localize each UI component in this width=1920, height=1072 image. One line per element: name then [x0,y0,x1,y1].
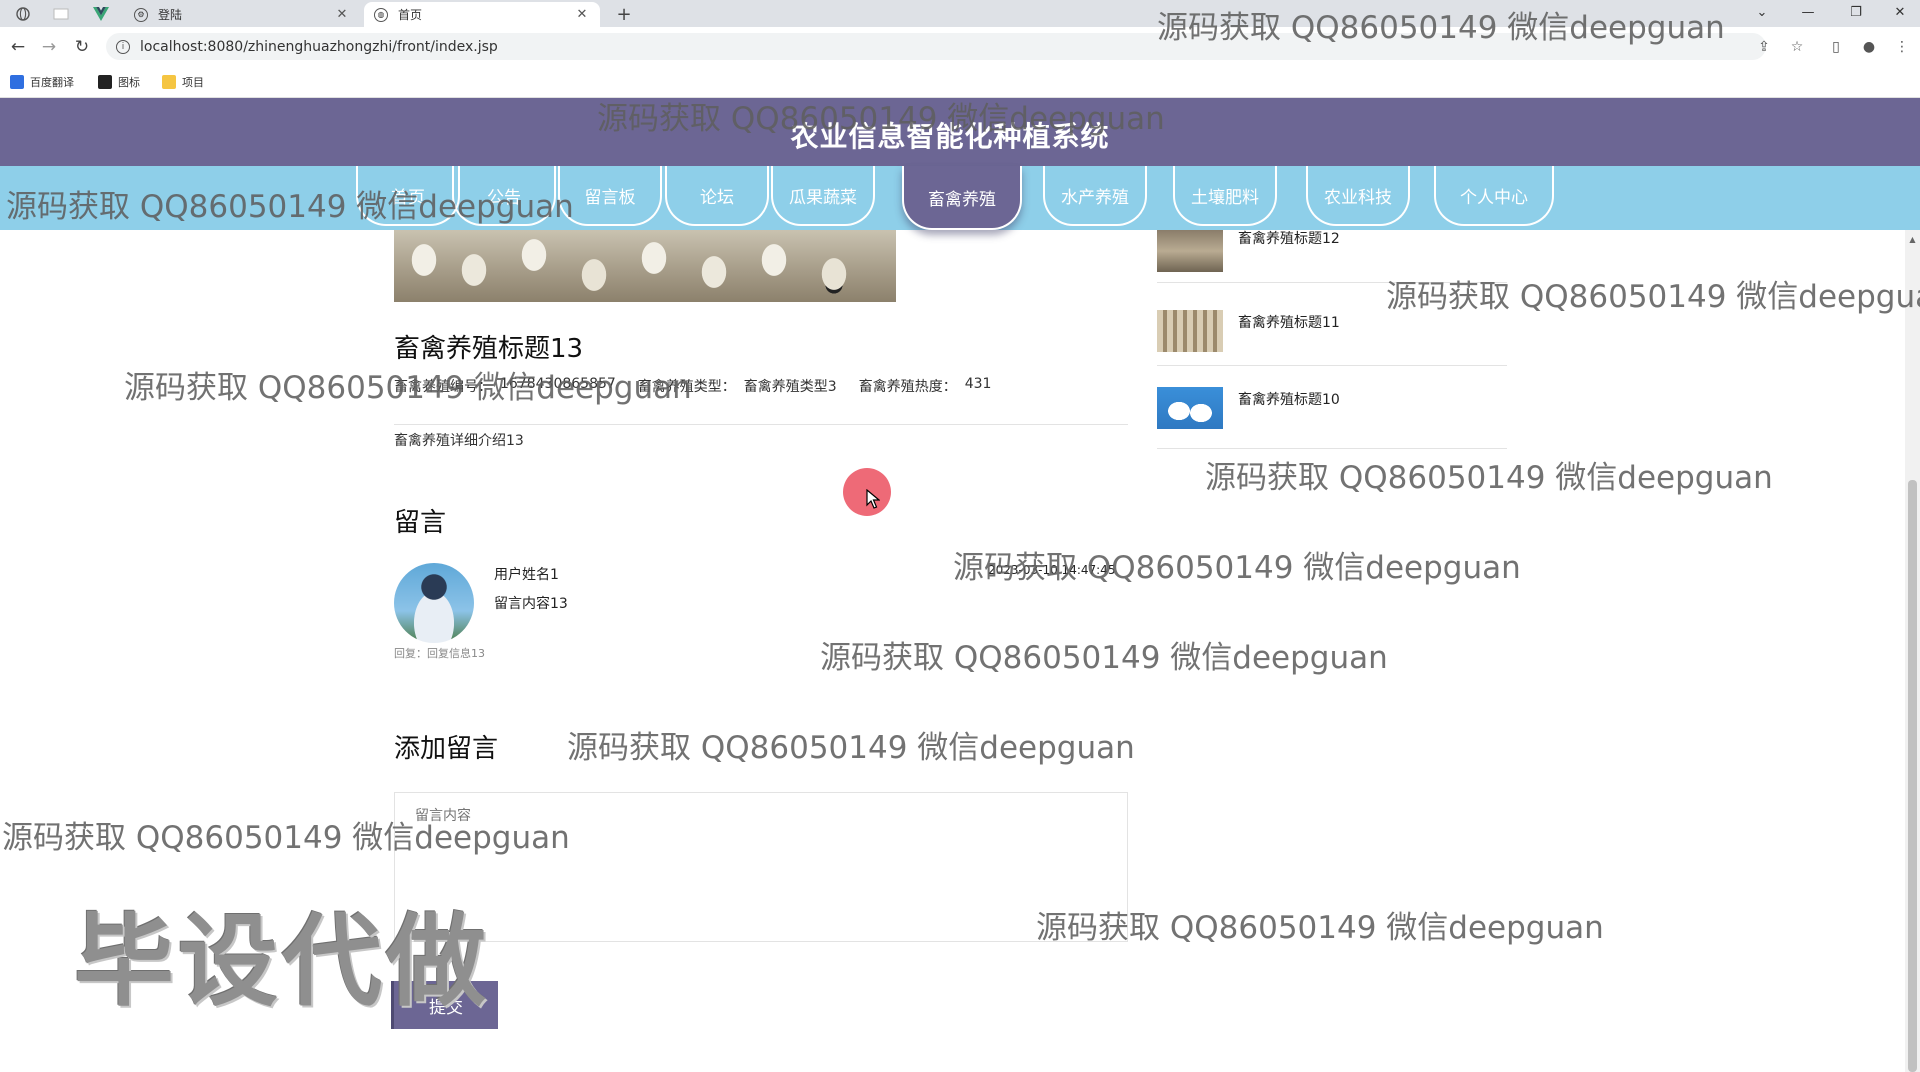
tab-home[interactable]: ◍ 首页 ✕ [364,2,600,27]
scrollbar-thumb[interactable] [1908,480,1917,1072]
divider [394,424,1128,425]
nav-item-soil-fertilizer[interactable]: 土壤肥料 [1173,166,1277,226]
blank-tab-icon[interactable] [48,4,74,24]
comment-reply: 回复：回复信息13 [394,647,485,660]
meta-value-type: 畜禽养殖类型3 [743,379,837,395]
info-icon[interactable]: i [116,39,130,54]
side-thumbnail[interactable] [1157,230,1223,272]
folder-icon [162,75,176,89]
reload-icon[interactable]: ↻ [71,36,93,58]
bookmark-label: 百度翻译 [30,76,74,89]
share-icon[interactable]: ⇪ [1754,37,1774,57]
bookmark-projects[interactable]: 项目 [162,74,204,90]
mouse-cursor-icon [866,489,880,509]
comment-content: 留言内容13 [494,596,568,612]
globe-icon[interactable] [10,4,36,24]
nav-item-personal-center[interactable]: 个人中心 [1434,166,1554,226]
bookmark-icons[interactable]: 图标 [98,74,140,90]
close-icon[interactable]: ✕ [574,7,590,22]
livestock-image [394,230,896,302]
translate-icon [10,75,24,89]
watermark-text: 源码获取 QQ86050149 微信deepguan [124,370,692,406]
watermark-text: 源码获取 QQ86050149 微信deepguan [1386,279,1920,315]
watermark-text: 源码获取 QQ86050149 微信deepguan [1036,910,1604,946]
watermark-text: 源码获取 QQ86050149 微信deepguan [953,550,1521,586]
image-icon [98,75,112,89]
close-window-icon[interactable]: ✕ [1880,0,1920,24]
watermark-text: 源码获取 QQ86050149 微信deepguan [820,640,1388,676]
watermark-text: 源码获取 QQ86050149 微信deepguan [567,730,1135,766]
side-item-title[interactable]: 畜禽养殖标题10 [1238,389,1340,409]
watermark-text: 源码获取 QQ86050149 微信deepguan [597,101,1165,137]
add-comment-title: 添加留言 [394,734,499,764]
page-title: 畜禽养殖标题13 [394,334,584,364]
side-thumbnail[interactable] [1157,310,1223,352]
bookmark-label: 项目 [182,76,204,89]
bookmark-label: 图标 [118,76,140,89]
globe-icon: ◍ [374,7,388,22]
nav-item-livestock[interactable]: 畜禽养殖 [902,166,1022,230]
vue-icon[interactable] [88,4,114,24]
avatar [394,563,474,643]
side-thumbnail[interactable] [1157,387,1223,429]
nav-item-fruits-vegetables[interactable]: 瓜果蔬菜 [771,166,875,226]
side-panel-icon[interactable]: ▯ [1826,37,1846,57]
profile-icon[interactable]: ● [1859,37,1879,57]
close-icon[interactable]: ✕ [334,7,350,22]
divider [1157,365,1507,366]
watermark-text: 源码获取 QQ86050149 微信deepguan [1205,460,1773,496]
tab-home-title: 首页 [398,8,423,22]
watermark-text: 源码获取 QQ86050149 微信deepguan [1157,10,1725,46]
back-icon[interactable]: ← [7,36,29,58]
comment-user: 用户姓名1 [494,567,559,583]
forward-icon[interactable]: → [38,36,60,58]
nav-item-agri-tech[interactable]: 农业科技 [1306,166,1410,226]
menu-icon[interactable]: ⋮ [1892,37,1912,57]
scroll-up-icon[interactable]: ▲ [1905,232,1920,246]
watermark-text: 源码获取 QQ86050149 微信deepguan [6,189,574,225]
minimize-icon[interactable]: — [1788,0,1828,24]
url-text[interactable]: localhost:8080/zhinenghuazhongzhi/front/… [140,39,498,55]
detail-intro: 畜禽养殖详细介绍13 [394,433,524,449]
nav-item-aquaculture[interactable]: 水产养殖 [1043,166,1147,226]
chevron-down-icon[interactable]: ⌄ [1742,0,1782,24]
star-icon[interactable]: ☆ [1787,37,1807,57]
meta-label-heat: 畜禽养殖热度： [858,379,957,395]
settings-icon: ⚙ [134,7,148,22]
meta-value-heat: 431 [964,376,992,392]
watermark-big-text: 毕设代做 [74,903,490,1020]
side-item-title[interactable]: 畜禽养殖标题11 [1238,312,1340,332]
tab-login-title: 登陆 [158,8,183,22]
new-tab-button[interactable]: + [612,3,636,25]
side-list-item[interactable]: 畜禽养殖标题11 [1157,310,1507,388]
tab-login[interactable]: ⚙ 登陆 ✕ [124,2,360,27]
watermark-text: 源码获取 QQ86050149 微信deepguan [2,820,570,856]
divider [1157,448,1507,449]
comments-title: 留言 [394,508,447,538]
nav-item-forum[interactable]: 论坛 [665,166,769,226]
bookmark-baidu-translate[interactable]: 百度翻译 [10,74,74,90]
side-item-title[interactable]: 畜禽养殖标题12 [1238,228,1340,248]
restore-icon[interactable]: ❐ [1836,0,1876,24]
